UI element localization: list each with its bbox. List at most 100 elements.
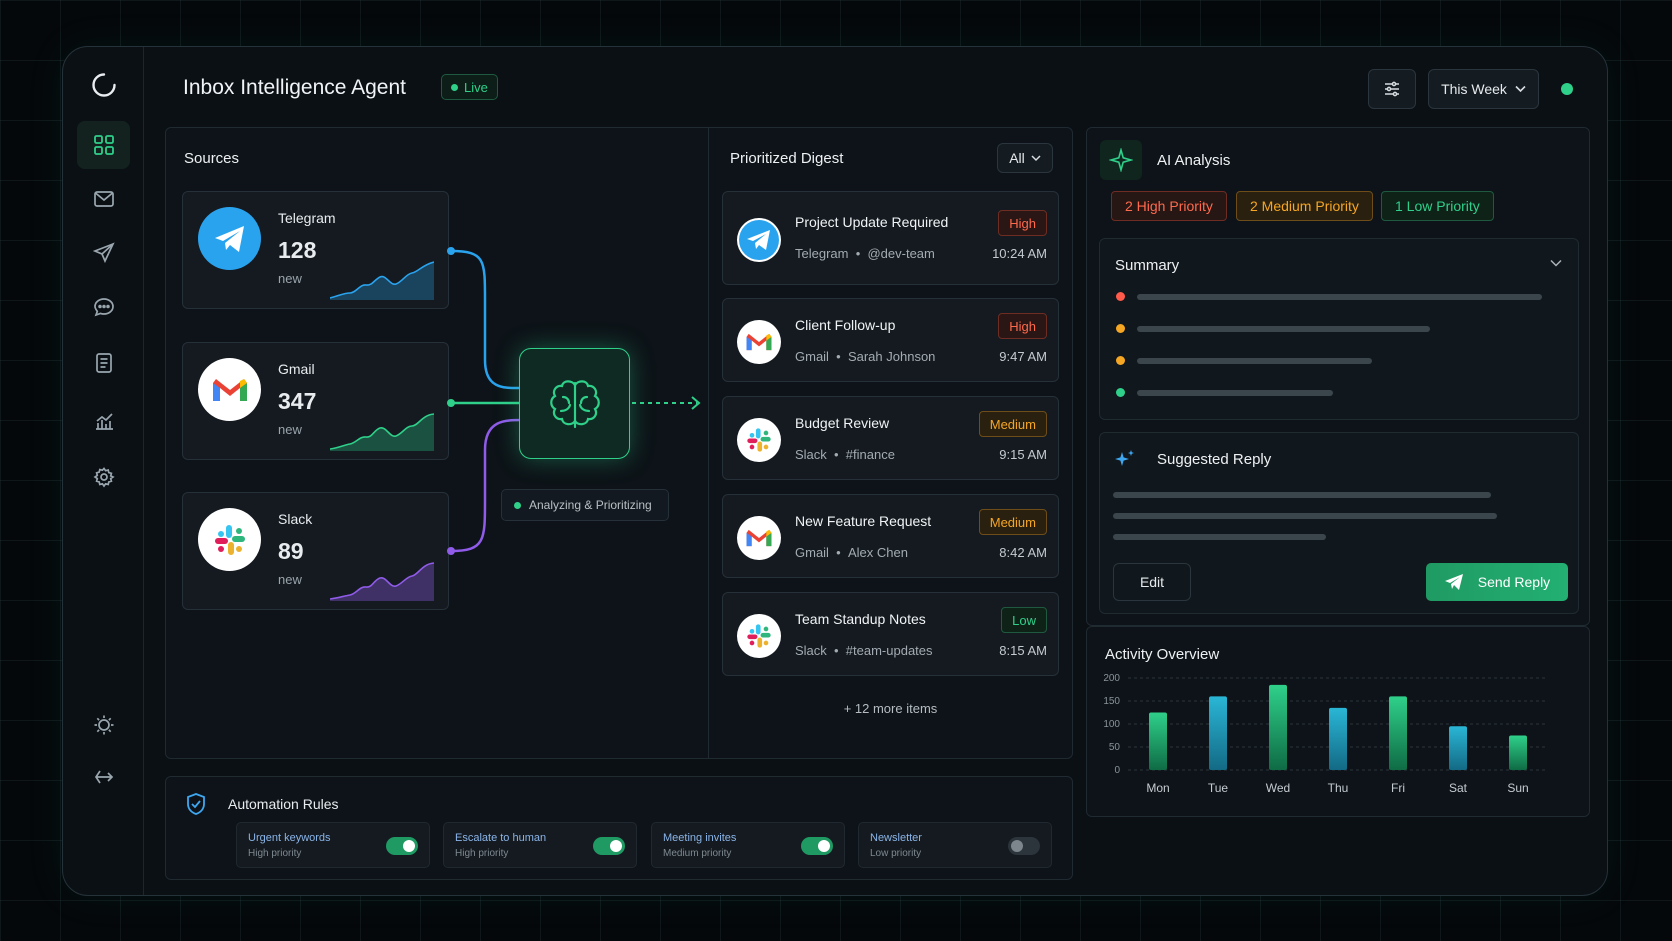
y-tick-label: 150 xyxy=(1103,696,1120,707)
source-card-telegram[interactable]: Telegram 128 new xyxy=(182,191,449,309)
digest-item[interactable]: Project Update Required Telegram • @dev-… xyxy=(722,191,1059,285)
digest-source: Gmail xyxy=(795,545,829,560)
rule-name: Urgent keywords xyxy=(248,832,331,844)
sidebar xyxy=(63,47,144,895)
sliders-icon xyxy=(1385,81,1399,97)
send-icon[interactable] xyxy=(77,229,130,277)
gmail-icon xyxy=(737,516,781,560)
send-reply-label: Send Reply xyxy=(1477,574,1551,590)
digest-sender: @dev-team xyxy=(867,246,935,261)
digest-sender: #finance xyxy=(845,447,895,462)
source-count: 128 xyxy=(278,237,317,263)
logout-icon[interactable] xyxy=(77,753,130,801)
source-count: 89 xyxy=(278,538,304,564)
summary-bullet xyxy=(1116,292,1125,301)
source-card-gmail[interactable]: Gmail 347 new xyxy=(182,342,449,460)
digest-item[interactable]: Budget Review Slack • #finance Medium 9:… xyxy=(722,396,1059,480)
theme-toggle-icon[interactable] xyxy=(77,701,130,749)
digest-source: Slack xyxy=(795,643,827,658)
digest-filter-select[interactable]: All xyxy=(997,143,1053,173)
gmail-icon xyxy=(198,358,261,421)
x-tick-label: Thu xyxy=(1328,781,1349,795)
chat-icon[interactable] xyxy=(77,283,130,331)
gmail-sparkline xyxy=(330,413,434,451)
slack-icon xyxy=(737,418,781,462)
x-tick-label: Fri xyxy=(1391,781,1405,795)
automation-rule: Escalate to human High priority xyxy=(443,822,637,868)
digest-title: Prioritized Digest xyxy=(730,150,844,167)
priority-badge: Medium xyxy=(978,509,1047,535)
summary-line xyxy=(1137,326,1430,332)
digest-time: 8:15 AM xyxy=(999,643,1047,658)
digest-source: Gmail xyxy=(795,349,829,364)
x-tick-label: Sat xyxy=(1449,781,1468,795)
summary-bullet xyxy=(1116,388,1125,397)
settings-icon[interactable] xyxy=(77,453,130,501)
digest-sender: Sarah Johnson xyxy=(847,349,936,364)
more-items-link[interactable]: + 12 more items xyxy=(722,701,1059,716)
rule-toggle[interactable] xyxy=(1008,837,1040,855)
digest-time: 9:15 AM xyxy=(999,447,1047,462)
source-count: 347 xyxy=(278,388,317,414)
rule-toggle[interactable] xyxy=(593,837,625,855)
activity-bar xyxy=(1149,712,1167,770)
sparkles-icon xyxy=(1115,450,1134,466)
slack-icon xyxy=(198,508,261,571)
activity-bar xyxy=(1329,707,1347,770)
digest-sender: #team-updates xyxy=(845,643,933,658)
ai-processor-node xyxy=(519,348,630,459)
analytics-icon[interactable] xyxy=(77,397,130,445)
status-dot-icon xyxy=(1561,83,1573,95)
high-priority-count: 2 High Priority xyxy=(1111,191,1227,221)
rule-name: Escalate to human xyxy=(455,832,547,844)
y-tick-label: 200 xyxy=(1103,673,1120,684)
rule-priority: High priority xyxy=(248,848,302,859)
slack-sparkline xyxy=(330,562,434,601)
edit-button[interactable]: Edit xyxy=(1113,563,1191,601)
automation-rule: Urgent keywords High priority xyxy=(236,822,430,868)
source-count-label: new xyxy=(278,572,302,587)
rule-toggle[interactable] xyxy=(386,837,418,855)
dashboard-icon[interactable] xyxy=(77,121,130,169)
digest-meta: Gmail • Alex Chen xyxy=(795,545,908,560)
live-badge: Live xyxy=(441,74,498,100)
rule-name: Meeting invites xyxy=(663,832,737,844)
status-dot-icon xyxy=(514,501,521,509)
document-icon[interactable] xyxy=(77,339,130,387)
priority-badge: High xyxy=(998,210,1047,236)
activity-title: Activity Overview xyxy=(1105,646,1220,663)
priority-badge: Low xyxy=(1001,607,1047,633)
period-select[interactable]: This Week xyxy=(1428,69,1539,109)
digest-item[interactable]: Team Standup Notes Slack • #team-updates… xyxy=(722,592,1059,676)
mail-icon[interactable] xyxy=(77,175,130,223)
sparkle-icon xyxy=(1100,140,1142,180)
gmail-icon xyxy=(737,320,781,364)
y-tick-label: 0 xyxy=(1114,765,1120,776)
rule-toggle[interactable] xyxy=(801,837,833,855)
low-priority-count: 1 Low Priority xyxy=(1381,191,1494,221)
chevron-down-icon xyxy=(1031,154,1041,161)
digest-meta: Slack • #team-updates xyxy=(795,643,933,658)
activity-bar xyxy=(1389,696,1407,770)
processor-status: Analyzing & Prioritizing xyxy=(501,489,669,521)
medium-priority-count: 2 Medium Priority xyxy=(1236,191,1373,221)
logo-icon xyxy=(77,61,130,109)
activity-bar xyxy=(1209,696,1227,770)
digest-item[interactable]: Client Follow-up Gmail • Sarah Johnson H… xyxy=(722,298,1059,382)
activity-bar xyxy=(1449,726,1467,770)
period-label: This Week xyxy=(1441,81,1507,97)
digest-item[interactable]: New Feature Request Gmail • Alex Chen Me… xyxy=(722,494,1059,578)
send-reply-button[interactable]: Send Reply xyxy=(1426,563,1568,601)
source-card-slack[interactable]: Slack 89 new xyxy=(182,492,449,610)
reply-line xyxy=(1113,492,1491,498)
chevron-down-icon[interactable] xyxy=(1550,259,1562,267)
ai-analysis-title: AI Analysis xyxy=(1157,152,1231,169)
shield-icon xyxy=(187,793,205,815)
digest-time: 9:47 AM xyxy=(999,349,1047,364)
activity-bar xyxy=(1269,684,1287,770)
telegram-sparkline xyxy=(330,261,434,300)
automation-rule: Meeting invites Medium priority xyxy=(651,822,845,868)
digest-sender: Alex Chen xyxy=(847,545,908,560)
filter-settings-button[interactable] xyxy=(1368,69,1416,109)
x-tick-label: Sun xyxy=(1507,781,1528,795)
